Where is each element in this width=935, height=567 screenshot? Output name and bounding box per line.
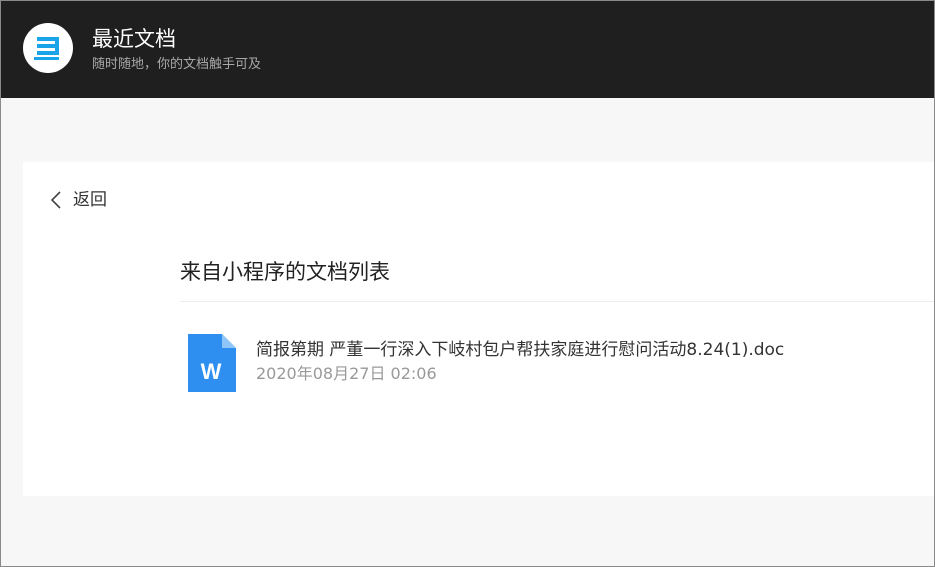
- chevron-left-icon: [50, 191, 61, 209]
- document-list-card: 返回 来自小程序的文档列表 W 简报第期 严董一行深入下岐村包户帮扶家庭进行慰问…: [23, 162, 934, 496]
- document-date: 2020年08月27日 02:06: [256, 364, 437, 383]
- word-document-icon: W: [188, 334, 236, 392]
- back-label: 返回: [73, 190, 107, 210]
- app-subtitle: 随时随地，你的文档触手可及: [92, 57, 262, 72]
- list-title: 来自小程序的文档列表: [180, 260, 390, 284]
- document-name: 简报第期 严董一行深入下岐村包户帮扶家庭进行慰问活动8.24(1).doc: [256, 340, 785, 360]
- app-title: 最近文档: [92, 27, 176, 51]
- divider: [180, 301, 934, 302]
- app-logo: [23, 23, 73, 73]
- word-icon-letter: W: [201, 359, 222, 384]
- app-window: 最近文档 随时随地，你的文档触手可及 返回 来自小程序的文档列表 W 简报第期 …: [0, 0, 935, 567]
- app-header: 最近文档 随时随地，你的文档触手可及: [1, 1, 934, 98]
- list-item[interactable]: W 简报第期 严董一行深入下岐村包户帮扶家庭进行慰问活动8.24(1).doc …: [183, 330, 934, 394]
- document-stack-icon: [34, 37, 59, 60]
